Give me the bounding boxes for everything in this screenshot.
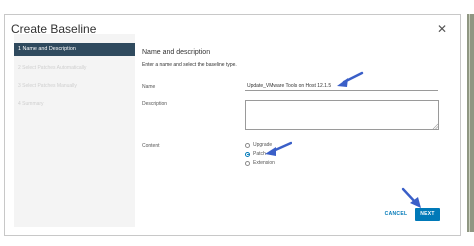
section-title: Name and description xyxy=(142,49,211,56)
name-label: Name xyxy=(142,84,156,90)
radio-option-extension[interactable]: Extension xyxy=(245,159,275,167)
close-icon[interactable]: ✕ xyxy=(437,22,447,36)
cancel-button[interactable]: CANCEL xyxy=(382,210,410,219)
wizard-steps-sidebar: 1 Name and Description 2 Select Patches … xyxy=(14,34,135,227)
radio-button-patch[interactable] xyxy=(245,151,250,157)
background-window-edge xyxy=(467,14,474,232)
annotation-arrow-icon xyxy=(265,141,292,156)
annotation-arrow-icon xyxy=(337,71,364,87)
instructions-text: Enter a name and select the baseline typ… xyxy=(142,62,237,68)
step-select-patches-automatically: 2 Select Patches Automatically xyxy=(18,65,87,71)
background-window-line xyxy=(469,14,470,232)
content-label: Content xyxy=(142,143,160,149)
resize-grip-icon[interactable] xyxy=(432,123,438,129)
radio-button-extension[interactable] xyxy=(245,160,250,166)
description-label: Description xyxy=(142,101,168,107)
step-name-and-description[interactable]: 1 Name and Description xyxy=(14,43,135,56)
radio-label-extension: Extension xyxy=(253,160,275,166)
radio-button-upgrade[interactable] xyxy=(245,142,250,148)
step-select-patches-manually: 3 Select Patches Manually xyxy=(18,83,77,89)
step-summary: 4 Summary xyxy=(18,101,44,107)
annotation-arrow-icon xyxy=(401,187,421,208)
description-textarea[interactable] xyxy=(245,100,439,130)
